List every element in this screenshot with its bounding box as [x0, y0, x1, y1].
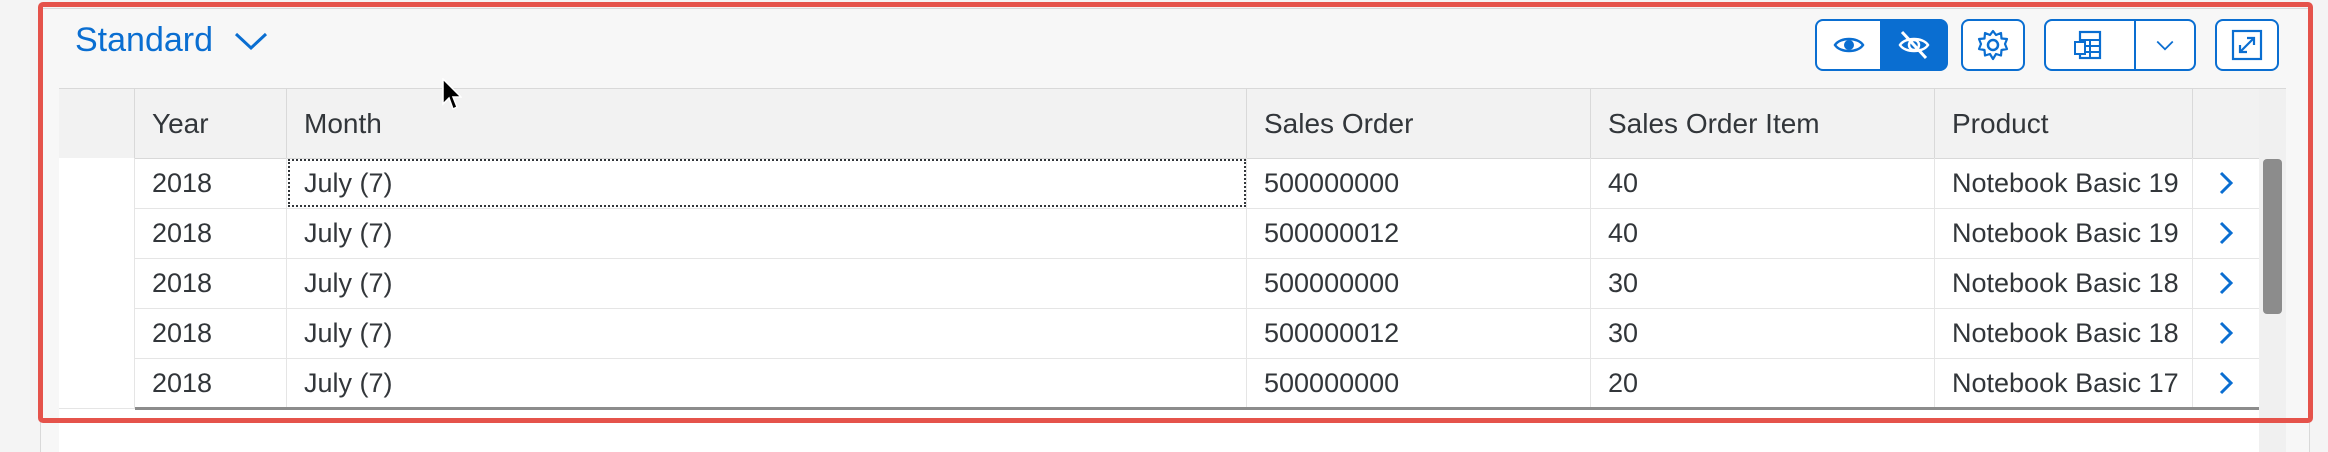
column-header-sales-order-item[interactable]: Sales Order Item [1591, 89, 1935, 158]
row-navigation-button[interactable] [2193, 358, 2259, 408]
cell-product[interactable]: Notebook Basic 17 [1935, 358, 2193, 408]
cell-sales-order-item[interactable]: 20 [1591, 358, 1935, 408]
cell-product[interactable]: Notebook Basic 18 [1935, 258, 2193, 308]
hide-details-button[interactable] [1882, 19, 1948, 71]
column-header-label: Sales Order [1264, 107, 1414, 139]
page: Standard Year Month Sales Order Sales Or… [0, 0, 2328, 452]
row-selector[interactable] [59, 358, 135, 408]
cell-sales-order[interactable]: 500000012 [1247, 308, 1591, 358]
table-toolbar [41, 19, 2309, 71]
row-selector[interactable] [59, 208, 135, 258]
cell-month[interactable]: July (7) [287, 258, 1247, 308]
column-header-year[interactable]: Year [135, 89, 287, 158]
cell-product[interactable]: Notebook Basic 18 [1935, 308, 2193, 358]
fullscreen-icon [2231, 29, 2263, 61]
row-selector[interactable] [59, 158, 135, 208]
fullscreen-button[interactable] [2215, 19, 2279, 71]
column-header-product[interactable]: Product [1935, 89, 2193, 158]
smart-table-panel: Standard Year Month Sales Order Sales Or… [40, 8, 2310, 452]
row-navigation-button[interactable] [2193, 308, 2259, 358]
table-row[interactable]: 2018 July (7) 500000012 40 Notebook Basic 19 [59, 208, 2259, 259]
show-details-button[interactable] [1815, 19, 1882, 71]
vertical-scrollbar[interactable] [2259, 89, 2286, 452]
cell-product[interactable]: Notebook Basic 19 [1935, 208, 2193, 258]
row-navigation-button[interactable] [2193, 158, 2259, 208]
table-bottom-border [135, 407, 2259, 410]
cell-product[interactable]: Notebook Basic 19 [1935, 158, 2193, 208]
row-navigation-button[interactable] [2193, 208, 2259, 258]
export-button[interactable] [2044, 19, 2136, 71]
chevron-right-icon [2219, 221, 2234, 245]
column-header-month[interactable]: Month [287, 89, 1247, 158]
cell-year[interactable]: 2018 [135, 358, 287, 408]
chevron-right-icon [2219, 371, 2234, 395]
eye-slash-icon [1898, 30, 1930, 60]
cell-sales-order-item[interactable]: 30 [1591, 258, 1935, 308]
cell-year[interactable]: 2018 [135, 258, 287, 308]
cell-sales-order-item[interactable]: 40 [1591, 208, 1935, 258]
row-navigation-button[interactable] [2193, 258, 2259, 308]
cell-sales-order-item[interactable]: 40 [1591, 158, 1935, 208]
gear-icon [1977, 29, 2009, 61]
mouse-pointer-icon [442, 78, 462, 111]
cell-sales-order[interactable]: 500000012 [1247, 208, 1591, 258]
settings-button[interactable] [1961, 19, 2025, 71]
table-row[interactable]: 2018 July (7) 500000000 30 Notebook Basic 18 [59, 258, 2259, 309]
table-row[interactable]: 2018 July (7) 500000000 20 Notebook Basic 17 [59, 358, 2259, 409]
cell-month[interactable]: July (7) [287, 158, 1247, 208]
eye-icon [1833, 37, 1864, 53]
cell-year[interactable]: 2018 [135, 308, 287, 358]
column-header-label: Month [304, 107, 382, 139]
cell-year[interactable]: 2018 [135, 158, 287, 208]
table-row[interactable]: 2018 July (7) 500000012 30 Notebook Basic 18 [59, 308, 2259, 359]
column-header-label: Product [1952, 107, 2049, 139]
cell-sales-order-item[interactable]: 30 [1591, 308, 1935, 358]
spreadsheet-export-icon [2074, 30, 2102, 60]
export-menu-button[interactable] [2136, 19, 2196, 71]
chevron-down-icon [2156, 40, 2174, 51]
cell-month[interactable]: July (7) [287, 208, 1247, 258]
row-selector-header [59, 89, 135, 158]
chevron-right-icon [2219, 171, 2234, 195]
cell-year[interactable]: 2018 [135, 208, 287, 258]
row-selector[interactable] [59, 258, 135, 308]
column-header-label: Sales Order Item [1608, 107, 1820, 139]
chevron-right-icon [2219, 321, 2234, 345]
column-header-sales-order[interactable]: Sales Order [1247, 89, 1591, 158]
cell-sales-order[interactable]: 500000000 [1247, 358, 1591, 408]
table-row[interactable]: 2018 July (7) 500000000 40 Notebook Basic 19 [59, 158, 2259, 209]
cell-month[interactable]: July (7) [287, 308, 1247, 358]
chevron-right-icon [2219, 271, 2234, 295]
data-table: Year Month Sales Order Sales Order Item … [59, 88, 2286, 452]
cell-month[interactable]: July (7) [287, 358, 1247, 408]
cell-sales-order[interactable]: 500000000 [1247, 258, 1591, 308]
navigation-header [2193, 89, 2259, 158]
cell-sales-order[interactable]: 500000000 [1247, 158, 1591, 208]
table-header: Year Month Sales Order Sales Order Item … [59, 89, 2259, 159]
row-selector[interactable] [59, 308, 135, 358]
column-header-label: Year [152, 107, 209, 139]
scrollbar-thumb[interactable] [2263, 159, 2282, 314]
